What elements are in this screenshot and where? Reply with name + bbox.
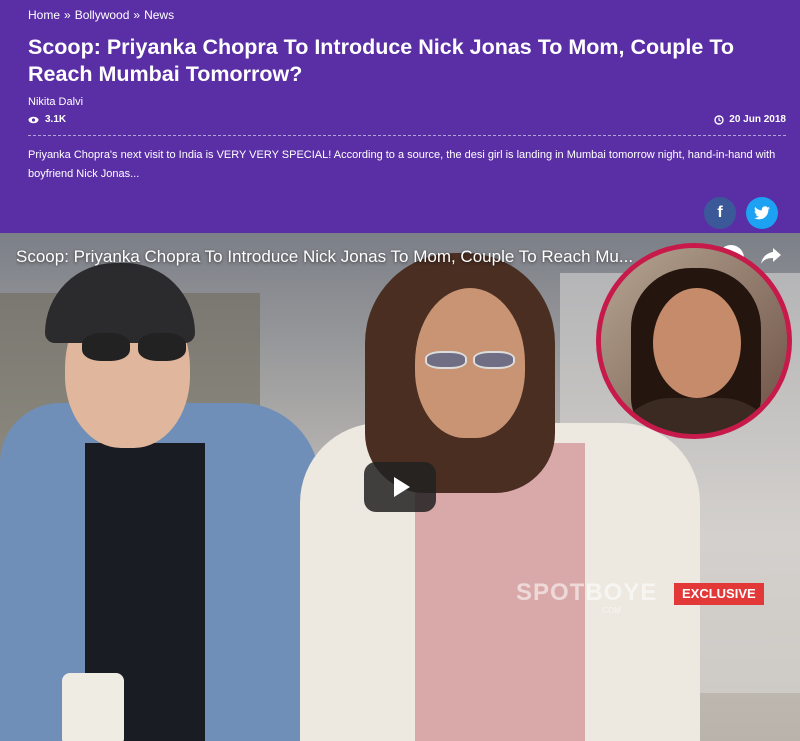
man-sunglasses	[82, 333, 192, 361]
facebook-share-button[interactable]: f	[704, 197, 736, 229]
breadcrumb-news[interactable]: News	[144, 8, 174, 22]
view-count-value: 3.1K	[45, 114, 67, 125]
history-clock-icon	[714, 114, 724, 125]
breadcrumb: Home » Bollywood » News	[28, 8, 174, 22]
publish-date-value: 20 Jun 2018	[729, 114, 786, 125]
article-summary: Priyanka Chopra's next visit to India is…	[28, 149, 776, 180]
inset-portrait	[596, 243, 792, 439]
watermark-logo: SPOTBOYE	[516, 579, 658, 606]
article-header: Home » Bollywood » News Scoop: Priyanka …	[0, 0, 800, 233]
header-divider	[28, 135, 786, 136]
facebook-icon: f	[717, 204, 723, 221]
breadcrumb-separator: »	[133, 8, 141, 22]
video-player[interactable]: Scoop: Priyanka Chopra To Introduce Nick…	[0, 233, 800, 741]
eye-icon	[28, 116, 39, 123]
woman-sunglasses	[425, 351, 515, 369]
watermark-logo-sub: .COM	[600, 606, 621, 615]
view-count: 3.1K	[28, 114, 66, 125]
breadcrumb-bollywood[interactable]: Bollywood	[75, 8, 130, 22]
play-icon	[394, 477, 410, 497]
breadcrumb-separator: »	[64, 8, 71, 22]
share-buttons: f	[704, 197, 778, 229]
publish-date: 20 Jun 2018	[714, 114, 786, 125]
exclusive-badge: EXCLUSIVE	[674, 583, 764, 605]
breadcrumb-home[interactable]: Home	[28, 8, 60, 22]
article-title: Scoop: Priyanka Chopra To Introduce Nick…	[28, 35, 734, 86]
coffee-cup	[62, 673, 124, 741]
twitter-share-button[interactable]	[746, 197, 778, 229]
twitter-icon	[754, 206, 770, 220]
play-button[interactable]	[364, 462, 436, 512]
author-name[interactable]: Nikita Dalvi	[28, 96, 83, 108]
